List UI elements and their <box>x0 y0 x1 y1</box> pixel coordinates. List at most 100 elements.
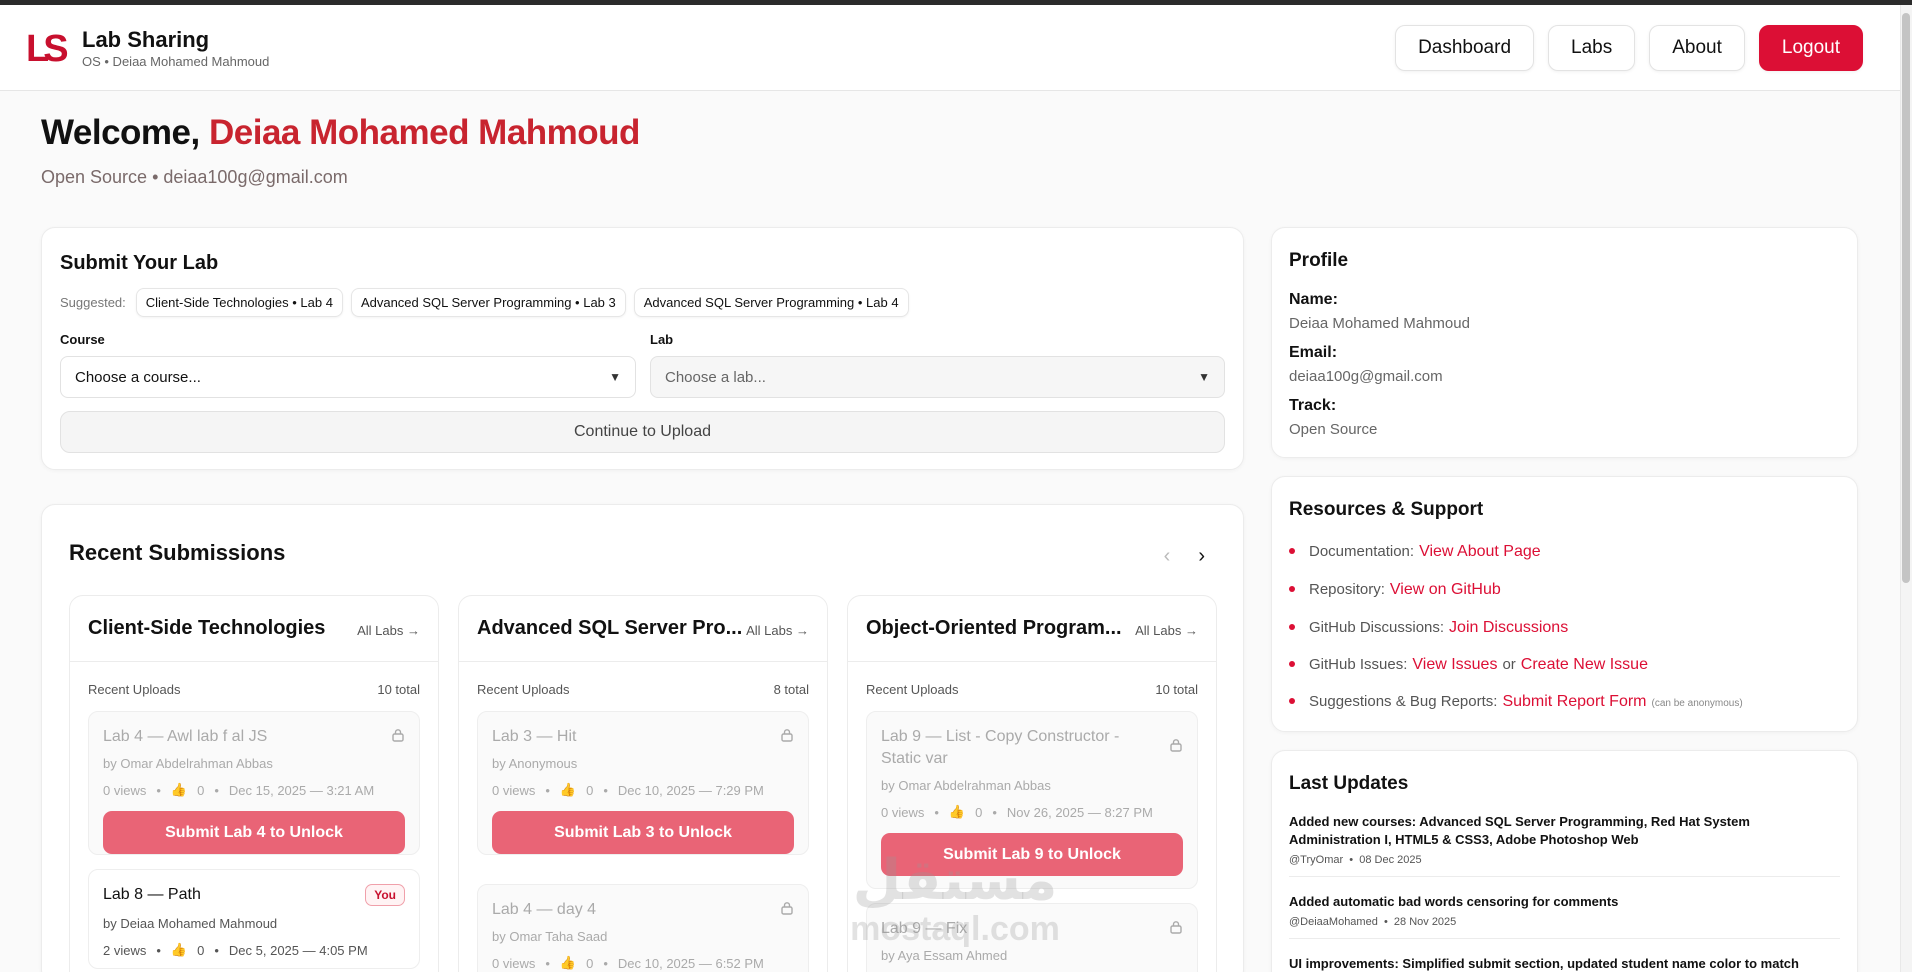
view-about-page-link[interactable]: View About Page <box>1419 543 1541 561</box>
view-on-github-link[interactable]: View on GitHub <box>1390 581 1501 599</box>
uploads-total: 10 total <box>377 682 420 697</box>
lab-author: by Omar Abdelrahman Abbas <box>881 778 1051 793</box>
update-date: 28 Nov 2025 <box>1393 916 1457 928</box>
lab-item[interactable]: Lab 3 — Hit by Anonymous 0 views • 👍 0 • De… <box>477 711 809 855</box>
update-author[interactable]: @DeiaaMohamed <box>1289 916 1378 928</box>
course-select-value: Choose a course... <box>75 368 201 386</box>
update-meta: @DeiaaMohamed • 28 Nov 2025 <box>1289 916 1457 928</box>
course-card: Client-Side Technologies All Labs → Rece… <box>69 595 439 972</box>
brand-logo: LS <box>26 28 69 70</box>
lock-icon <box>392 729 404 742</box>
brand-title: Lab Sharing <box>82 27 210 52</box>
submit-to-unlock-button[interactable]: Submit Lab 4 to Unlock <box>103 811 405 854</box>
logout-button[interactable]: Logout <box>1758 25 1863 71</box>
lab-likes: 0 <box>975 804 983 820</box>
thumbs-up-icon[interactable]: 👍 <box>171 942 187 958</box>
resource-label: Suggestions & Bug Reports: <box>1309 693 1498 710</box>
resources-card: Resources & Support Documentation: View … <box>1271 476 1858 732</box>
scrollbar-thumb[interactable] <box>1902 13 1910 583</box>
bullet-icon <box>1289 586 1295 592</box>
lab-title: Lab 4 — Awl lab f al JS <box>103 728 268 745</box>
top-navbar: LS Lab Sharing OS • Deiaa Mohamed Mahmou… <box>0 5 1900 91</box>
lab-select-value: Choose a lab... <box>665 368 766 386</box>
lab-meta: 0 views • 👍 0 • Nov 26, 2025 — 8:27 PM <box>881 804 1153 820</box>
suggestion-chip[interactable]: Advanced SQL Server Programming • Lab 3 <box>350 288 626 317</box>
all-labs-link[interactable]: All Labs → <box>1135 623 1198 638</box>
last-updates-card: Last Updates Added new courses: Advanced… <box>1271 750 1858 972</box>
update-item: Added automatic bad words censoring for … <box>1289 893 1840 939</box>
lab-item[interactable]: Lab 4 — day 4 by Omar Taha Saad 0 views •… <box>477 884 809 972</box>
anonymous-note: (can be anonymous) <box>1651 698 1743 709</box>
resource-item: GitHub Issues: View Issues or Create New… <box>1289 656 1648 674</box>
thumbs-up-icon[interactable]: 👍 <box>949 804 965 820</box>
course-label: Course <box>60 332 105 347</box>
course-select[interactable]: Choose a course... ▼ <box>60 356 636 398</box>
resource-label: Repository: <box>1309 581 1385 598</box>
lab-select[interactable]: Choose a lab... ▼ <box>650 356 1225 398</box>
submit-to-unlock-button[interactable]: Submit Lab 9 to Unlock <box>881 833 1183 876</box>
email-value: deiaa100g@gmail.com <box>1289 368 1443 385</box>
lab-title: Lab 3 — Hit <box>492 728 577 745</box>
update-title: Added automatic bad words censoring for … <box>1289 894 1619 909</box>
welcome-heading: Welcome, Deiaa Mohamed Mahmoud <box>41 113 640 153</box>
lab-meta: 2 views • 👍 0 • Dec 5, 2025 — 4:05 PM <box>103 942 368 958</box>
lab-date: Dec 10, 2025 — 6:52 PM <box>617 955 764 971</box>
page-scrollbar[interactable] <box>1900 5 1912 972</box>
lab-date: Nov 26, 2025 — 8:27 PM <box>1006 804 1153 820</box>
lab-title: Lab 8 — Path <box>103 886 201 903</box>
last-updates-title: Last Updates <box>1289 773 1409 794</box>
resource-label: Documentation: <box>1309 543 1415 560</box>
profile-title: Profile <box>1289 250 1349 271</box>
lock-icon <box>1170 739 1182 752</box>
submit-lab-card: Submit Your Lab Suggested: Client-Side T… <box>41 227 1244 470</box>
all-labs-link[interactable]: All Labs → <box>746 623 809 638</box>
lab-date: Dec 15, 2025 — 3:21 AM <box>228 782 375 798</box>
bullet-icon <box>1289 698 1295 704</box>
continue-to-upload-button[interactable]: Continue to Upload <box>60 411 1225 453</box>
suggestions-row: Suggested: Client-Side Technologies • La… <box>60 288 909 317</box>
lab-likes: 0 <box>197 782 205 798</box>
view-issues-link[interactable]: View Issues <box>1412 656 1497 674</box>
resource-label: GitHub Discussions: <box>1309 619 1445 636</box>
recent-submissions-card: Recent Submissions ‹ › Client-Side Techn… <box>41 504 1244 972</box>
you-badge: You <box>365 884 405 906</box>
lab-title: Lab 9 — List - Copy Constructor - Static… <box>881 728 1120 767</box>
track-label: Track: <box>1289 397 1337 414</box>
bullet-icon <box>1289 548 1295 554</box>
brand-subtitle: OS • Deiaa Mohamed Mahmoud <box>82 54 270 69</box>
nav-dashboard-button[interactable]: Dashboard <box>1395 25 1535 71</box>
create-new-issue-link[interactable]: Create New Issue <box>1521 656 1648 674</box>
thumbs-up-icon[interactable]: 👍 <box>560 782 576 798</box>
course-title: Client-Side Technologies <box>88 617 326 639</box>
thumbs-up-icon[interactable]: 👍 <box>171 782 187 798</box>
lab-views: 0 views <box>881 804 925 820</box>
update-title: Added new courses: Advanced SQL Server P… <box>1289 814 1750 847</box>
course-card: Object-Oriented Program... All Labs → Re… <box>847 595 1217 972</box>
submit-to-unlock-button[interactable]: Submit Lab 3 to Unlock <box>492 811 794 854</box>
bullet-icon <box>1289 661 1295 667</box>
lock-icon <box>781 902 793 915</box>
email-label: Email: <box>1289 344 1338 361</box>
lab-item[interactable]: Lab 9 — List - Copy Constructor - Static… <box>866 711 1198 889</box>
suggestion-chip[interactable]: Client-Side Technologies • Lab 4 <box>135 288 343 317</box>
update-author[interactable]: @TryOmar <box>1289 854 1343 866</box>
lab-item[interactable]: Lab 4 — Awl lab f al JS by Omar Abdelrah… <box>88 711 420 855</box>
thumbs-up-icon[interactable]: 👍 <box>560 955 576 971</box>
submit-report-form-link[interactable]: Submit Report Form <box>1502 693 1646 711</box>
recent-uploads-label: Recent Uploads <box>88 682 181 697</box>
carousel-next-icon[interactable]: › <box>1198 545 1205 568</box>
lab-item[interactable]: Lab 9 — Fix by Aya Essam Ahmed <box>866 903 1198 972</box>
all-labs-link[interactable]: All Labs → <box>357 623 420 638</box>
nav-labs-button[interactable]: Labs <box>1548 25 1636 71</box>
lab-views: 2 views <box>103 942 147 958</box>
lab-author: by Omar Taha Saad <box>492 929 608 944</box>
update-date: 08 Dec 2025 <box>1359 854 1422 866</box>
suggestion-chip[interactable]: Advanced SQL Server Programming • Lab 4 <box>633 288 909 317</box>
lab-title: Lab 4 — day 4 <box>492 901 597 918</box>
brand[interactable]: LS Lab Sharing OS • Deiaa Mohamed Mahmou… <box>26 27 269 71</box>
nav-about-button[interactable]: About <box>1649 25 1745 71</box>
join-discussions-link[interactable]: Join Discussions <box>1449 619 1568 637</box>
lab-item[interactable]: Lab 8 — Path You by Deiaa Mohamed Mahmou… <box>88 869 420 969</box>
lab-views: 0 views <box>103 782 147 798</box>
carousel-prev-icon[interactable]: ‹ <box>1164 545 1171 568</box>
